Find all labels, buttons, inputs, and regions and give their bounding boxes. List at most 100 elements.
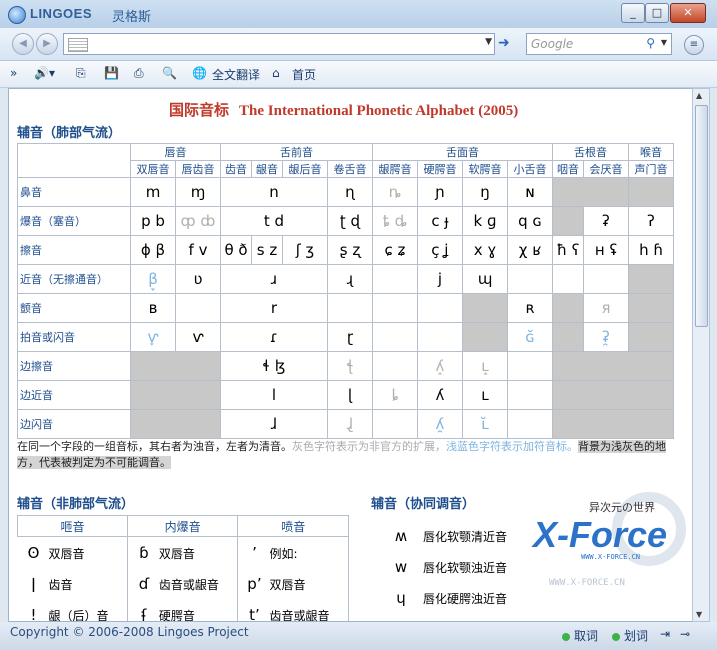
fetch-word-toggle[interactable]: 取词 <box>562 627 598 644</box>
ipa-symbol[interactable]: ʄ <box>129 606 159 622</box>
ipa-cell[interactable] <box>327 293 373 323</box>
ipa-cell[interactable]: β̞ <box>130 264 176 294</box>
ipa-cell[interactable]: l <box>220 380 328 410</box>
print-icon[interactable]: ⎙ <box>134 66 144 81</box>
minimize-button[interactable]: _ <box>621 3 645 23</box>
ipa-cell[interactable]: ɲ <box>417 177 463 207</box>
ipa-cell[interactable]: ħ ʕ <box>552 235 584 265</box>
ipa-cell[interactable]: ꞎ <box>327 351 373 381</box>
ipa-cell[interactable]: t d <box>220 206 328 236</box>
ipa-symbol[interactable]: ǀ <box>19 575 49 593</box>
translate-all-button[interactable]: 全文翻译 <box>212 66 260 83</box>
ipa-cell[interactable]: h ɦ <box>628 235 674 265</box>
ipa-cell[interactable] <box>175 293 221 323</box>
ipa-cell[interactable] <box>417 293 463 323</box>
ipa-cell[interactable]: ɰ <box>462 264 508 294</box>
ipa-symbol[interactable]: pʼ <box>239 575 269 593</box>
ipa-cell[interactable] <box>507 409 553 439</box>
ipa-cell[interactable]: ʜ ʢ <box>583 235 629 265</box>
save-icon[interactable]: 💾 <box>104 66 119 80</box>
ipa-cell[interactable]: ç ʝ <box>417 235 463 265</box>
ipa-cell[interactable]: ȴ <box>372 380 418 410</box>
ipa-cell[interactable] <box>417 322 463 352</box>
lookup-input[interactable]: ▼ <box>63 33 495 55</box>
ipa-cell[interactable]: f v <box>175 235 221 265</box>
find-icon[interactable]: 🔍 <box>162 66 177 80</box>
ipa-symbol[interactable]: tʼ <box>239 606 269 622</box>
ipa-cell[interactable]: ɱ <box>175 177 221 207</box>
ipa-cell[interactable]: ⱱ <box>175 322 221 352</box>
ipa-symbol[interactable]: ɓ <box>129 544 159 562</box>
scroll-up-icon[interactable]: ▲ <box>696 91 702 100</box>
ipa-cell[interactable]: ʎ̯ <box>417 409 463 439</box>
search-engine-dropdown-icon[interactable]: ▼ <box>661 38 667 47</box>
ipa-cell[interactable]: ȹ ȸ <box>175 206 221 236</box>
ipa-cell[interactable]: θ ð <box>220 235 252 265</box>
ipa-cell[interactable]: ʡ <box>583 206 629 236</box>
forward-button[interactable]: ▶ <box>36 33 58 55</box>
dock-icon[interactable]: ⇥ <box>660 627 670 641</box>
ipa-cell[interactable]: ʙ <box>130 293 176 323</box>
ipa-symbol[interactable]: ʍ <box>379 521 423 552</box>
expand-toolbar-icon[interactable]: » <box>10 66 17 80</box>
ipa-cell[interactable]: j <box>417 264 463 294</box>
ipa-cell[interactable]: ŋ <box>462 177 508 207</box>
ipa-cell[interactable]: ʋ <box>175 264 221 294</box>
ipa-cell[interactable]: ʎ <box>417 380 463 410</box>
ipa-cell[interactable]: n <box>220 177 328 207</box>
ipa-symbol[interactable]: ʘ <box>19 544 49 562</box>
ipa-symbol[interactable]: w <box>379 552 423 583</box>
ipa-cell[interactable]: ȵ <box>372 177 418 207</box>
ipa-cell[interactable]: ʟ̆ <box>462 409 508 439</box>
ipa-cell[interactable]: ʡ̯ <box>583 322 629 352</box>
home-icon[interactable]: ⌂ <box>272 66 280 80</box>
ipa-cell[interactable]: ɳ <box>327 177 373 207</box>
copy-icon[interactable]: ⎘ <box>76 66 86 81</box>
ipa-cell[interactable]: ʀ <box>507 293 553 323</box>
ipa-cell[interactable]: ʟ <box>462 380 508 410</box>
ipa-cell[interactable]: ʔ <box>628 206 674 236</box>
ipa-cell[interactable]: ɬ ɮ <box>220 351 328 381</box>
select-word-toggle[interactable]: 划词 <box>612 627 648 644</box>
ipa-symbol[interactable]: ɗ <box>129 575 159 593</box>
ipa-symbol[interactable]: ʼ <box>239 544 269 562</box>
ipa-cell[interactable] <box>372 351 418 381</box>
ipa-cell[interactable] <box>552 264 584 294</box>
vertical-scrollbar[interactable]: ▲ ▼ <box>692 88 710 622</box>
scroll-down-icon[interactable]: ▼ <box>696 610 702 619</box>
ipa-cell[interactable]: c ɟ <box>417 206 463 236</box>
ipa-symbol[interactable]: ɥ <box>379 583 423 614</box>
ipa-cell[interactable]: ɕ ʑ <box>372 235 418 265</box>
scroll-thumb[interactable] <box>695 105 708 327</box>
ipa-symbol[interactable]: ǃ <box>19 606 49 622</box>
search-icon[interactable]: ⚲ <box>646 36 655 50</box>
ipa-cell[interactable]: ɭ <box>327 380 373 410</box>
ipa-cell[interactable] <box>507 351 553 381</box>
ipa-cell[interactable]: x ɣ <box>462 235 508 265</box>
go-arrow-icon[interactable]: ➜ <box>498 35 516 51</box>
ipa-cell[interactable]: ȶ ȡ <box>372 206 418 236</box>
ipa-cell[interactable]: r <box>220 293 328 323</box>
ipa-cell[interactable] <box>507 264 553 294</box>
ipa-cell[interactable] <box>372 264 418 294</box>
ipa-cell[interactable] <box>507 380 553 410</box>
home-button[interactable]: 首页 <box>292 66 316 83</box>
ipa-cell[interactable]: k ɡ <box>462 206 508 236</box>
ipa-cell[interactable]: ɺ̢ <box>327 409 373 439</box>
main-menu-button[interactable]: ≡ <box>684 35 704 55</box>
ipa-cell[interactable] <box>372 409 418 439</box>
ipa-cell[interactable]: ɸ β <box>130 235 176 265</box>
ipa-cell[interactable]: ɹ <box>220 264 328 294</box>
ipa-cell[interactable]: ʟ̝ <box>462 351 508 381</box>
ipa-cell[interactable] <box>583 264 629 294</box>
ipa-cell[interactable]: q ɢ <box>507 206 553 236</box>
ipa-cell[interactable]: ɻ <box>327 264 373 294</box>
maximize-button[interactable]: □ <box>645 3 669 23</box>
ipa-cell[interactable]: ɢ̆ <box>507 322 553 352</box>
ipa-cell[interactable]: p b <box>130 206 176 236</box>
translate-icon[interactable]: 🌐 <box>192 66 207 80</box>
back-button[interactable]: ◀ <box>12 33 34 55</box>
pin-icon[interactable]: ⊸ <box>680 627 690 641</box>
ipa-cell[interactable]: ɴ <box>507 177 553 207</box>
search-input[interactable]: Google ⚲ ▼ <box>526 33 672 55</box>
